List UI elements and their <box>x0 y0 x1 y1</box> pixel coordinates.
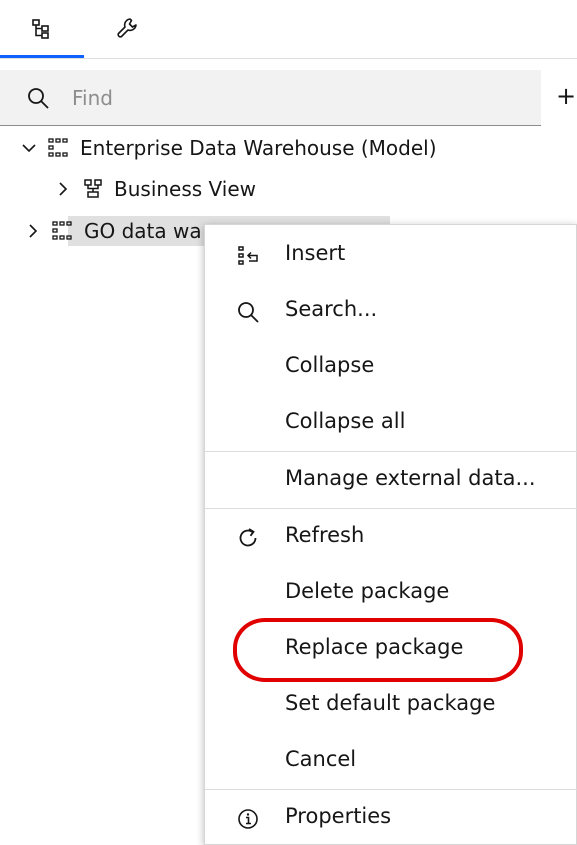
menu-item-label: Refresh <box>285 523 365 547</box>
menu-item-manage-external-data[interactable]: Manage external data... <box>205 452 577 508</box>
tree-item-enterprise-data-warehouse[interactable]: Enterprise Data Warehouse (Model) <box>18 132 437 164</box>
menu-item-cancel[interactable]: Cancel <box>205 733 577 789</box>
menu-item-label: Set default package <box>285 691 496 715</box>
menu-item-properties[interactable]: Properties <box>205 790 577 845</box>
menu-item-insert[interactable]: Insert <box>205 227 577 283</box>
tree-item-label: Enterprise Data Warehouse (Model) <box>80 136 437 160</box>
refresh-icon <box>235 525 261 551</box>
find-input[interactable] <box>72 78 512 118</box>
add-button[interactable]: + <box>556 84 576 108</box>
find-box <box>0 70 541 126</box>
wrench-icon <box>117 18 137 38</box>
menu-item-set-default-package[interactable]: Set default package <box>205 677 577 733</box>
search-icon <box>28 88 49 109</box>
menu-item-label: Manage external data... <box>285 466 536 490</box>
hierarchy-icon <box>80 177 106 201</box>
menu-item-label: Insert <box>285 241 346 265</box>
data-module-icon <box>50 219 76 243</box>
context-menu: Insert Search... Collapse Collapse all M… <box>204 224 577 845</box>
insert-icon <box>235 243 261 269</box>
menu-item-label: Search... <box>285 297 378 321</box>
panel-tabs <box>0 0 577 60</box>
tree-item-label: GO data wa <box>84 219 202 243</box>
menu-item-collapse[interactable]: Collapse <box>205 339 577 395</box>
tab-tools[interactable] <box>86 0 170 58</box>
menu-item-label: Collapse <box>285 353 375 377</box>
info-icon <box>235 806 261 832</box>
menu-item-search[interactable]: Search... <box>205 283 577 339</box>
menu-item-label: Collapse all <box>285 409 406 433</box>
menu-item-delete-package[interactable]: Delete package <box>205 565 577 621</box>
menu-item-label: Cancel <box>285 747 357 771</box>
data-module-icon <box>46 136 72 160</box>
tab-data-tree[interactable] <box>0 0 84 58</box>
menu-item-label: Properties <box>285 804 392 828</box>
tree-item-label: Business View <box>114 177 257 201</box>
menu-item-collapse-all[interactable]: Collapse all <box>205 395 577 451</box>
chevron-right-icon[interactable] <box>22 220 44 242</box>
hierarchy-icon <box>32 19 49 39</box>
menu-item-label: Replace package <box>285 635 464 659</box>
menu-item-label: Delete package <box>285 579 450 603</box>
menu-item-refresh[interactable]: Refresh <box>205 509 577 565</box>
chevron-down-icon[interactable] <box>18 137 40 159</box>
menu-item-replace-package[interactable]: Replace package <box>205 621 577 677</box>
search-icon <box>235 299 261 325</box>
tabs-divider <box>0 58 577 59</box>
tree-item-business-view[interactable]: Business View <box>52 173 256 205</box>
chevron-right-icon[interactable] <box>52 178 74 200</box>
